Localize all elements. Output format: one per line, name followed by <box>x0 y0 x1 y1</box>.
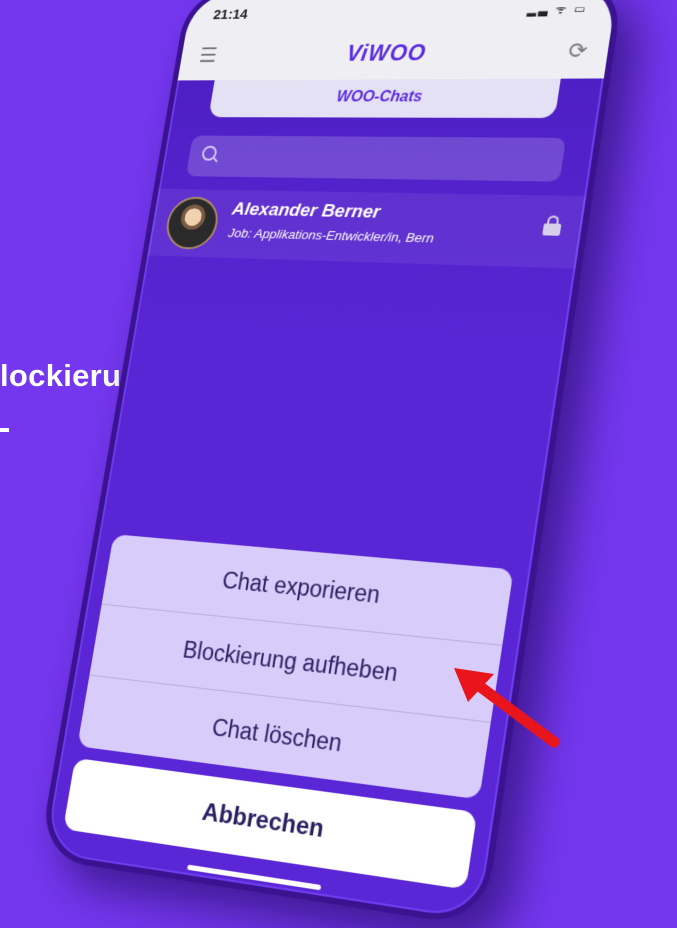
avatar <box>162 196 222 250</box>
chat-contact-name: Alexander Berner <box>230 199 382 223</box>
status-time: 21:14 <box>212 6 249 23</box>
search-icon <box>200 145 218 161</box>
status-icons: ▂▃ ᯤ ▭ <box>526 2 589 17</box>
lock-icon <box>542 223 562 236</box>
search-input[interactable] <box>222 143 555 176</box>
chat-contact-subtitle: Job: Applikations-Entwickler/in, Bern <box>227 225 436 246</box>
red-arrow-icon <box>454 668 560 748</box>
phone-mockup: 21:14 ▂▃ ᯤ ▭ ☰ ViWOO ⟳ WOO-Chats Alexand… <box>37 0 625 928</box>
chat-list-item[interactable]: Alexander Berner Job: Applikations-Entwi… <box>147 188 587 269</box>
action-sheet: Chat exporieren Blockierung aufheben Cha… <box>77 534 514 800</box>
refresh-icon[interactable]: ⟳ <box>567 38 590 64</box>
tab-woo-chats[interactable]: WOO-Chats <box>208 78 561 119</box>
phone-screen: 21:14 ▂▃ ᯤ ▭ ☰ ViWOO ⟳ WOO-Chats Alexand… <box>37 0 625 928</box>
home-indicator <box>186 864 322 891</box>
search-bar[interactable] <box>185 135 567 182</box>
app-header: ☰ ViWOO ⟳ <box>177 27 612 81</box>
background-dash <box>0 428 9 432</box>
app-brand: ViWOO <box>344 40 429 66</box>
